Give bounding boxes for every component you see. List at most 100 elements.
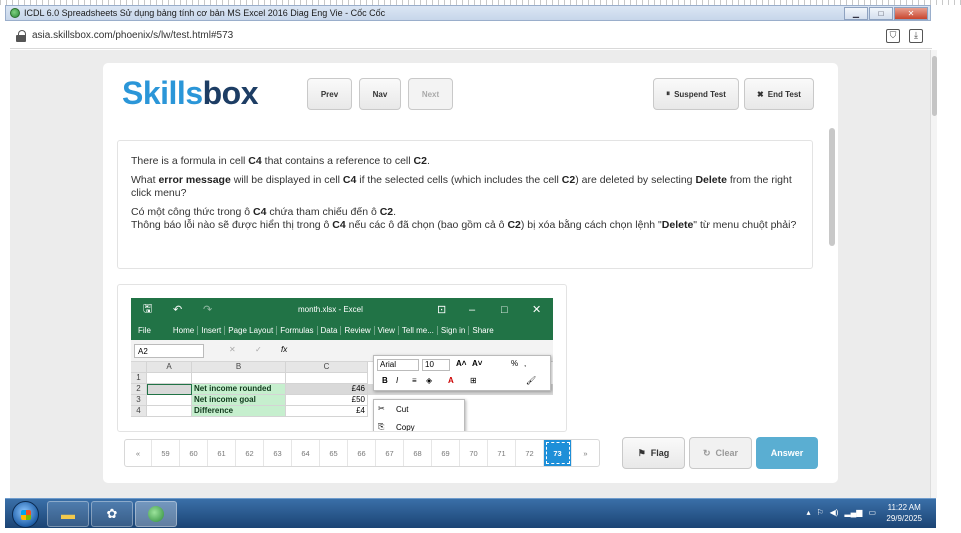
tray-flag-icon[interactable]: ⚐ xyxy=(816,508,823,517)
page-button[interactable]: 69 xyxy=(432,440,460,466)
minimize-button[interactable]: ▁ xyxy=(844,6,868,20)
taskbar-paint-icon[interactable]: ✿ xyxy=(91,501,133,527)
tray-volume-icon[interactable]: ◀) xyxy=(830,508,839,517)
suspend-test-button[interactable]: ⏸ Suspend Test xyxy=(653,78,739,110)
taskbar-clock[interactable]: 11:22 AM 29/9/2025 xyxy=(886,502,922,524)
skillsbox-logo: Skillsbox xyxy=(122,75,259,111)
excel-ribbon-tabs: File Home Insert Page Layout Formulas Da… xyxy=(131,321,553,340)
clock-time: 11:22 AM xyxy=(887,503,921,512)
page-button[interactable]: 61 xyxy=(208,440,236,466)
tray-power-icon[interactable]: ▭ xyxy=(868,508,876,517)
fill-color-icon: ◈ xyxy=(426,376,433,385)
excel-tab-insert: Insert xyxy=(198,326,226,335)
bold-icon: B xyxy=(382,376,388,385)
page-button[interactable]: 66 xyxy=(348,440,376,466)
excel-tab-view: View xyxy=(375,326,399,335)
align-icon: ≡ xyxy=(412,376,417,385)
page-button[interactable]: 72 xyxy=(516,440,544,466)
pager-prev-button[interactable]: « xyxy=(125,440,152,466)
excel-tab-data: Data xyxy=(318,326,342,335)
question-pager: « 59 60 61 62 63 64 65 66 67 68 69 70 71… xyxy=(124,439,600,467)
download-icon[interactable]: ⤓ xyxy=(909,28,923,43)
window-titlebar: ICDL 6.0 Spreadsheets Sử dụng bảng tính … xyxy=(5,5,931,21)
window-title: ICDL 6.0 Spreadsheets Sử dụng bảng tính … xyxy=(24,8,386,18)
pager-next-button[interactable]: » xyxy=(572,440,599,466)
browser-icon xyxy=(10,8,20,18)
pause-icon: ⏸ xyxy=(666,89,671,98)
flag-icon: ⚑ xyxy=(637,447,646,458)
excel-restore-icon: □ xyxy=(501,303,508,316)
excel-cancel-icon: ✕ xyxy=(229,345,236,354)
page-button[interactable]: 59 xyxy=(152,440,180,466)
excel-context-menu: ✂ Cut ⎘ Copy xyxy=(373,399,465,432)
excel-row: 4 Difference £4 xyxy=(131,406,553,417)
page-button[interactable]: 64 xyxy=(292,440,320,466)
excel-comma: , xyxy=(524,359,527,368)
excel-filename: month.xlsx - Excel xyxy=(298,305,363,314)
format-painter-icon: 🖌 xyxy=(526,376,537,385)
excel-tab-page-layout: Page Layout xyxy=(225,326,278,335)
excel-percent: % xyxy=(511,359,519,368)
clear-button[interactable]: ↻ Clear xyxy=(689,437,752,469)
next-button[interactable]: Next xyxy=(408,78,453,110)
excel-mini-toolbar: Arial 10 A˄ A˅ % , B I ≡ ◈ A ⊞ 🖌 xyxy=(373,355,551,391)
excel-minimize-icon: – xyxy=(469,303,476,316)
question-en-line2: What error message will be displayed in … xyxy=(131,174,792,199)
address-bar[interactable]: asia.skillsbox.com/phoenix/s/lw/test.htm… xyxy=(10,23,932,49)
question-image-panel: 🖫 ↶ ↷ month.xlsx - Excel ⊡ – □ ✕ File Ho… xyxy=(117,284,567,432)
page-button[interactable]: 67 xyxy=(376,440,404,466)
page-button[interactable]: 65 xyxy=(320,440,348,466)
end-test-button[interactable]: ✖ End Test xyxy=(744,78,814,110)
page-button[interactable]: 71 xyxy=(488,440,516,466)
save-icon: 🖫 xyxy=(143,303,153,315)
context-menu-copy: Copy xyxy=(396,423,415,432)
ribbon-display-icon: ⊡ xyxy=(437,304,447,316)
flag-button[interactable]: ⚑ Flag xyxy=(622,437,685,469)
tray-arrow-icon[interactable]: ▴ xyxy=(806,508,810,517)
page-button[interactable]: 62 xyxy=(236,440,264,466)
page-button-active[interactable]: 73 xyxy=(544,440,572,466)
excel-font-size: 10 xyxy=(422,359,450,371)
x-icon: ✖ xyxy=(757,89,764,99)
excel-close-icon: ✕ xyxy=(532,304,542,316)
question-vi-line2: Thông báo lỗi nào sẽ được hiển thị trong… xyxy=(131,219,797,231)
excel-tab-review: Review xyxy=(341,326,375,335)
excel-tab-formulas: Formulas xyxy=(277,326,318,335)
font-color-icon: A xyxy=(448,376,454,385)
taskbar-browser-icon[interactable] xyxy=(135,501,177,527)
start-button[interactable] xyxy=(12,501,39,528)
maximize-button[interactable]: □ xyxy=(869,6,893,20)
page-button[interactable]: 68 xyxy=(404,440,432,466)
url-text[interactable]: asia.skillsbox.com/phoenix/s/lw/test.htm… xyxy=(32,30,886,41)
page-button[interactable]: 70 xyxy=(460,440,488,466)
taskbar-explorer-icon[interactable]: ▬ xyxy=(47,501,89,527)
page-scrollbar-thumb[interactable] xyxy=(932,56,937,116)
italic-icon: I xyxy=(396,376,399,385)
page-button[interactable]: 60 xyxy=(180,440,208,466)
cut-icon: ✂ xyxy=(378,404,385,413)
excel-tab-home: Home xyxy=(170,326,199,335)
question-vi-line1: Có một công thức trong ô C4 chứa tham ch… xyxy=(131,206,397,218)
excel-screenshot: 🖫 ↶ ↷ month.xlsx - Excel ⊡ – □ ✕ File Ho… xyxy=(131,298,553,432)
answer-button[interactable]: Answer xyxy=(756,437,818,469)
tray-network-icon[interactable]: ▂▄▆ xyxy=(844,508,862,517)
lock-icon xyxy=(16,29,26,42)
context-menu-cut: Cut xyxy=(396,405,409,414)
shield-icon[interactable]: ⛉ xyxy=(886,28,900,43)
nav-button[interactable]: Nav xyxy=(359,78,401,110)
windows-taskbar: ▬ ✿ ▴ ⚐ ◀) ▂▄▆ ▭ 11:22 AM 29/9/2025 xyxy=(5,498,936,528)
page-button[interactable]: 63 xyxy=(264,440,292,466)
system-tray: ▴ ⚐ ◀) ▂▄▆ ▭ xyxy=(806,508,876,517)
excel-enter-icon: ✓ xyxy=(255,345,262,354)
question-panel: There is a formula in cell C4 that conta… xyxy=(117,140,813,269)
excel-font-name: Arial xyxy=(377,359,419,371)
refresh-icon: ↻ xyxy=(702,447,711,458)
excel-namebox: A2 xyxy=(134,344,204,358)
prev-button[interactable]: Prev xyxy=(307,78,352,110)
page-scrollbar[interactable] xyxy=(930,50,937,498)
question-en-line1: There is a formula in cell C4 that conta… xyxy=(131,155,430,167)
excel-fx-icon: fx xyxy=(281,345,288,354)
question-scrollbar[interactable] xyxy=(829,128,835,246)
excel-tell-me: Tell me... xyxy=(399,326,438,335)
close-window-button[interactable]: ✕ xyxy=(894,6,928,20)
